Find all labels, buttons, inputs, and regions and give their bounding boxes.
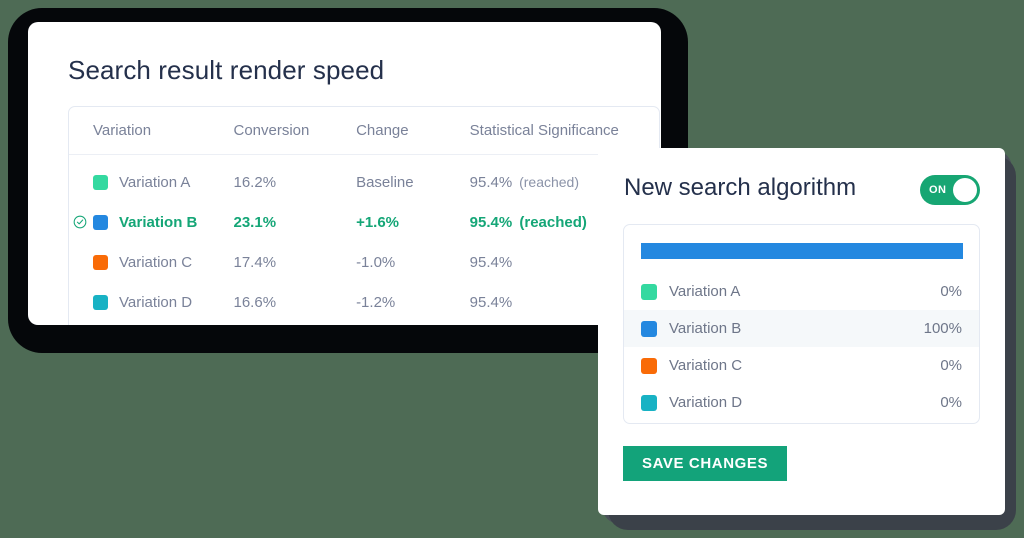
column-header-significance: Statistical Significance — [469, 122, 619, 139]
allocation-row[interactable]: Variation D 0% — [624, 384, 979, 421]
column-header-change: Change — [356, 122, 409, 139]
significance-note: (reached) — [515, 213, 587, 231]
table-body: Variation A 16.2% Baseline 95.4% (reached) V… — [69, 162, 659, 322]
variation-color-swatch — [641, 357, 657, 374]
variation-color-swatch — [93, 254, 108, 270]
allocation-row[interactable]: Variation C 0% — [624, 347, 979, 384]
variation-color-swatch — [641, 394, 657, 411]
variation-label: Variation A — [119, 173, 191, 191]
variation-color-swatch — [641, 320, 657, 337]
allocation-bar-track — [641, 243, 963, 259]
variation-color-swatch — [93, 294, 108, 310]
allocation-rows: Variation A 0% Variation B 100% Variation C 0… — [624, 273, 979, 421]
screenshot-stage: Search result render speed Variation Con… — [0, 0, 1024, 538]
allocation-bar-fill — [641, 243, 963, 259]
significance-note: (reached) — [515, 173, 580, 190]
allocation-label: Variation A — [669, 283, 741, 300]
cell-variation: Variation B — [73, 213, 234, 231]
cell-change: -1.2% — [356, 293, 396, 311]
variation-label: Variation D — [119, 293, 193, 311]
table-row[interactable]: Variation B 23.1% +1.6% 95.4% (reached) — [69, 202, 659, 242]
column-header-conversion: Conversion — [233, 122, 310, 139]
allocation-value: 100% — [923, 320, 962, 337]
column-header-variation: Variation — [93, 122, 152, 139]
panel-title: New search algorithm — [624, 174, 857, 201]
cell-conversion: 16.2% — [233, 173, 277, 191]
cell-variation: Variation A — [93, 174, 234, 191]
cell-variation: Variation D — [93, 294, 234, 311]
table-header-row: Variation Conversion Change Statistical … — [69, 107, 659, 155]
cell-change: Baseline — [356, 173, 414, 191]
allocation-value: 0% — [940, 357, 962, 374]
variation-label: Variation B — [119, 213, 198, 231]
toggle-knob — [953, 178, 977, 202]
save-changes-button[interactable]: SAVE CHANGES — [623, 446, 788, 481]
settings-panel: New search algorithm ON Variation A 0% Var… — [598, 148, 1005, 515]
results-table: Variation Conversion Change Statistical … — [68, 106, 660, 325]
cell-conversion: 16.6% — [233, 293, 277, 311]
table-row[interactable]: Variation A 16.2% Baseline 95.4% (reached) — [69, 162, 659, 202]
allocation-row[interactable]: Variation B 100% — [624, 310, 979, 347]
allocation-card: Variation A 0% Variation B 100% Variation C 0… — [623, 224, 980, 424]
toggle-label: ON — [929, 184, 947, 196]
page-title: Search result render speed — [68, 55, 385, 85]
variation-color-swatch — [93, 174, 108, 190]
table-row[interactable]: Variation D 16.6% -1.2% 95.4% — [69, 282, 659, 322]
cell-conversion: 23.1% — [233, 213, 277, 231]
feature-toggle[interactable]: ON — [920, 175, 980, 205]
winner-check-icon — [73, 215, 87, 229]
main-card: Search result render speed Variation Con… — [28, 22, 661, 325]
variation-color-swatch — [93, 214, 108, 230]
cell-change: +1.6% — [356, 213, 400, 231]
variation-label: Variation C — [119, 253, 193, 271]
allocation-label: Variation C — [669, 357, 743, 374]
cell-conversion: 17.4% — [233, 253, 277, 271]
cell-variation: Variation C — [93, 254, 234, 271]
allocation-value: 0% — [940, 394, 962, 411]
variation-color-swatch — [641, 283, 657, 300]
table-row[interactable]: Variation C 17.4% -1.0% 95.4% — [69, 242, 659, 282]
allocation-row[interactable]: Variation A 0% — [624, 273, 979, 310]
cell-change: -1.0% — [356, 253, 396, 271]
allocation-value: 0% — [940, 283, 962, 300]
allocation-label: Variation B — [669, 320, 742, 337]
allocation-label: Variation D — [669, 394, 743, 411]
